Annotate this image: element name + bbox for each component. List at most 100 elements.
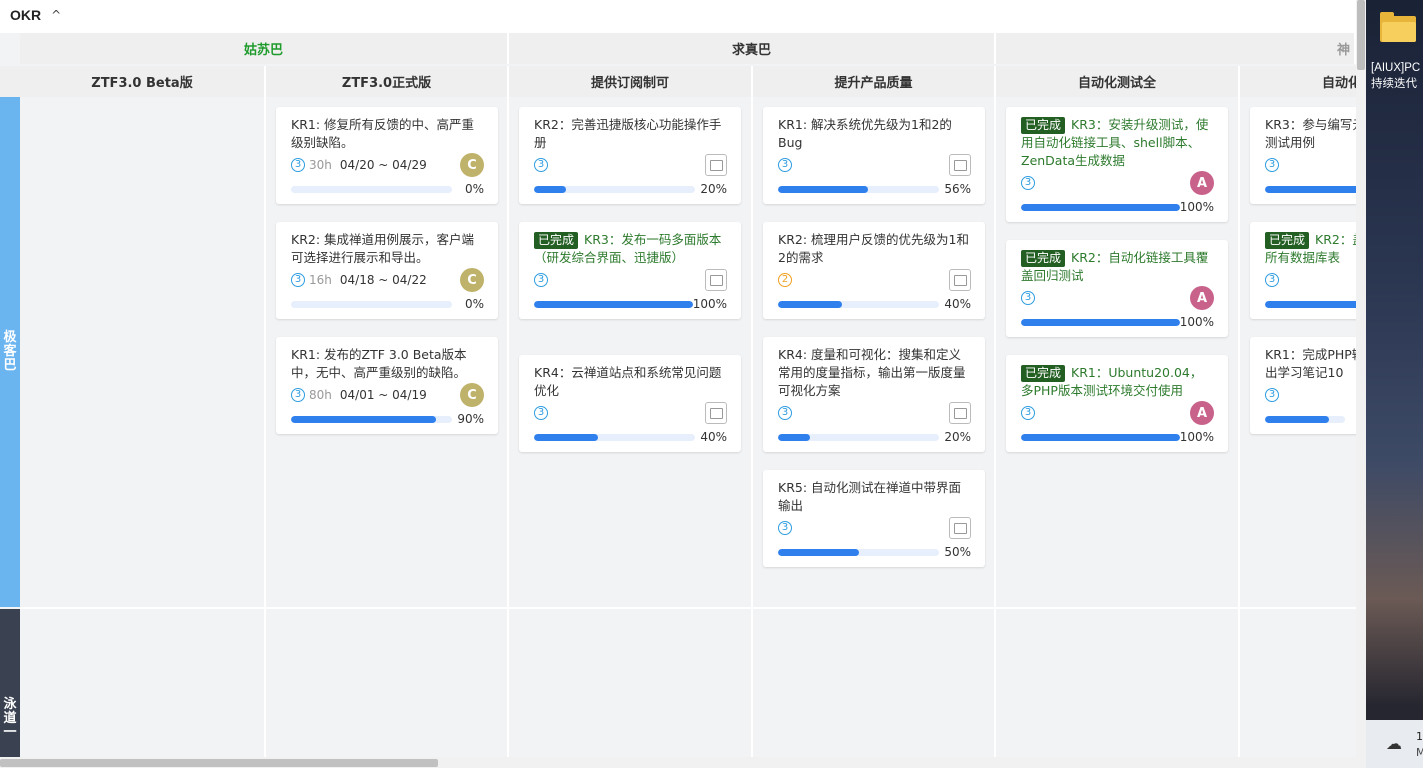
kr-title: KR4：云禅道站点和系统常见问题优化 (534, 365, 722, 398)
priority-icon: 3 (1265, 158, 1279, 172)
kr-card[interactable]: KR1: 修复所有反馈的中、高严重级别缺陷。 3 30h 04/20 ~ 04/29… (276, 107, 498, 204)
kr-card[interactable]: 已完成 KR2：自动化链接工具覆盖回归测试 3A 100% (1006, 240, 1228, 337)
broken-image-icon (949, 154, 971, 176)
progress-bar (291, 185, 452, 193)
column-header[interactable]: 提供订阅制可 (509, 66, 753, 97)
group-header: 神 (996, 33, 1356, 64)
priority-icon: 3 (1265, 388, 1279, 402)
priority-icon: 3 (1021, 176, 1035, 190)
kr-title: KR2: 梳理用户反馈的优先级为1和2的需求 (778, 232, 969, 265)
progress-percent: 100% (692, 297, 727, 311)
board-cell (1240, 609, 1356, 768)
column-header[interactable]: 自动化测试全 (996, 66, 1240, 97)
progress-bar (1021, 318, 1180, 326)
progress-bar (1021, 203, 1180, 211)
progress-bar (534, 300, 693, 308)
kr-title: KR2：完善迅捷版核心功能操作手册 (534, 117, 722, 150)
board-cell (509, 609, 753, 768)
avatar[interactable]: A (1190, 401, 1214, 425)
priority-icon: 3 (1265, 273, 1279, 287)
weather-icon[interactable]: ☁ (1386, 734, 1402, 753)
kr-title: KR2: 集成禅道用例展示，客户端可选择进行展示和导出。 (291, 232, 475, 265)
done-badge: 已完成 (534, 232, 579, 249)
progress-bar (778, 185, 939, 193)
priority-icon: 3 (291, 388, 305, 402)
kr-card[interactable]: KR2: 梳理用户反馈的优先级为1和2的需求 2 40% (763, 222, 985, 319)
broken-image-icon (705, 402, 727, 424)
broken-image-icon (949, 402, 971, 424)
board-cell (20, 97, 266, 609)
kr-title: KR1: 修复所有反馈的中、高严重级别缺陷。 (291, 117, 475, 150)
priority-icon: 3 (291, 158, 305, 172)
progress-percent: 0% (464, 182, 484, 196)
priority-icon: 3 (291, 273, 305, 287)
kr-card[interactable]: 已完成KR2：盖所有数据库表 3 (1250, 222, 1356, 319)
progress-bar (778, 433, 939, 441)
page-title: OKR (10, 7, 42, 23)
progress-bar (1265, 300, 1356, 308)
avatar[interactable]: C (460, 268, 484, 292)
group-header: 姑苏巴 (20, 33, 509, 64)
column-header[interactable]: ZTF3.0 Beta版 (20, 66, 266, 97)
scrollbar-thumb[interactable] (0, 759, 438, 767)
kr-title: KR1：完成PHP输出学习笔记10 (1265, 347, 1356, 380)
priority-icon: 3 (1021, 406, 1035, 420)
progress-percent: 20% (700, 182, 727, 196)
progress-percent: 56% (944, 182, 971, 196)
scrollbar-thumb[interactable] (1357, 0, 1365, 70)
progress-bar (1265, 185, 1356, 193)
priority-icon: 3 (778, 406, 792, 420)
progress-bar (1265, 415, 1345, 423)
board-cell (266, 609, 509, 768)
clock-date: M (1416, 746, 1423, 759)
progress-bar (1021, 433, 1180, 441)
column-header[interactable]: 提升产品质量 (753, 66, 996, 97)
collapse-caret-icon[interactable]: ^ (51, 8, 61, 22)
priority-icon: 3 (534, 158, 548, 172)
kr-card[interactable]: 已完成 KR3：安装升级测试，使用自动化链接工具、shell脚本、ZenData生… (1006, 107, 1228, 222)
kr-card[interactable]: KR4：云禅道站点和系统常见问题优化 3 40% (519, 355, 741, 452)
okr-header: OKR ^ (0, 0, 1356, 30)
estimate-hours: 16h (309, 273, 332, 287)
kr-card[interactable]: KR1：完成PHP输出学习笔记10 3 (1250, 337, 1356, 434)
clock-time: 1 (1416, 730, 1423, 743)
priority-icon: 3 (778, 158, 792, 172)
kr-card[interactable]: 已完成 KR1：Ubuntu20.04，多PHP版本测试环境交付使用 3A 100… (1006, 355, 1228, 452)
kr-title: KR5: 自动化测试在禅道中带界面输出 (778, 480, 962, 513)
column-header[interactable]: ZTF3.0正式版 (266, 66, 509, 97)
kr-card[interactable]: KR5: 自动化测试在禅道中带界面输出 3 50% (763, 470, 985, 567)
progress-percent: 90% (457, 412, 484, 426)
horizontal-scrollbar[interactable] (0, 757, 1356, 768)
estimate-hours: 80h (309, 388, 332, 402)
kr-card[interactable]: KR2：完善迅捷版核心功能操作手册 3 20% (519, 107, 741, 204)
kr-card[interactable]: KR1: 发布的ZTF 3.0 Beta版本中，无中、高严重级别的缺陷。 3 80… (276, 337, 498, 434)
avatar[interactable]: A (1190, 171, 1214, 195)
lane-label[interactable]: 极客巴 (0, 97, 20, 607)
column-header[interactable]: 自动化 (1240, 66, 1356, 97)
broken-image-icon (705, 154, 727, 176)
folder-icon[interactable] (1380, 12, 1416, 44)
avatar[interactable]: C (460, 383, 484, 407)
kr-title: KR1: 发布的ZTF 3.0 Beta版本中，无中、高严重级别的缺陷。 (291, 347, 467, 380)
kr-card[interactable]: KR3：参与编写元测试用例 3 (1250, 107, 1356, 204)
group-header: 求真巴 (509, 33, 996, 64)
progress-percent: 40% (700, 430, 727, 444)
kr-card[interactable]: KR1: 解决系统优先级为1和2的Bug 3 56% (763, 107, 985, 204)
taskbar: ☁ 1 M (1366, 720, 1423, 768)
kr-title: KR4: 度量和可视化：搜集和定义常用的度量指标，输出第一版度量可视化方案 (778, 347, 966, 398)
kr-card[interactable]: 已完成 KR3：发布一码多面版本（研发综合界面、迅捷版） 3 100% (519, 222, 741, 319)
kr-card[interactable]: KR4: 度量和可视化：搜集和定义常用的度量指标，输出第一版度量可视化方案 3 … (763, 337, 985, 452)
avatar[interactable]: A (1190, 286, 1214, 310)
vertical-scrollbar[interactable] (1356, 0, 1366, 768)
date-range: 04/20 ~ 04/29 (339, 158, 427, 172)
desktop-folder-label[interactable]: [AIUX]PC 持续迭代 (1371, 60, 1423, 92)
progress-percent: 20% (944, 430, 971, 444)
priority-icon: 3 (1021, 291, 1035, 305)
kr-card[interactable]: KR2: 集成禅道用例展示，客户端可选择进行展示和导出。 3 16h 04/18 ~… (276, 222, 498, 319)
avatar[interactable]: C (460, 153, 484, 177)
done-badge: 已完成 (1021, 117, 1066, 134)
progress-percent: 50% (944, 545, 971, 559)
board-cell (753, 609, 996, 768)
kr-title: KR3：参与编写元测试用例 (1265, 117, 1356, 150)
lane-label[interactable]: 泳道一 (0, 609, 20, 768)
